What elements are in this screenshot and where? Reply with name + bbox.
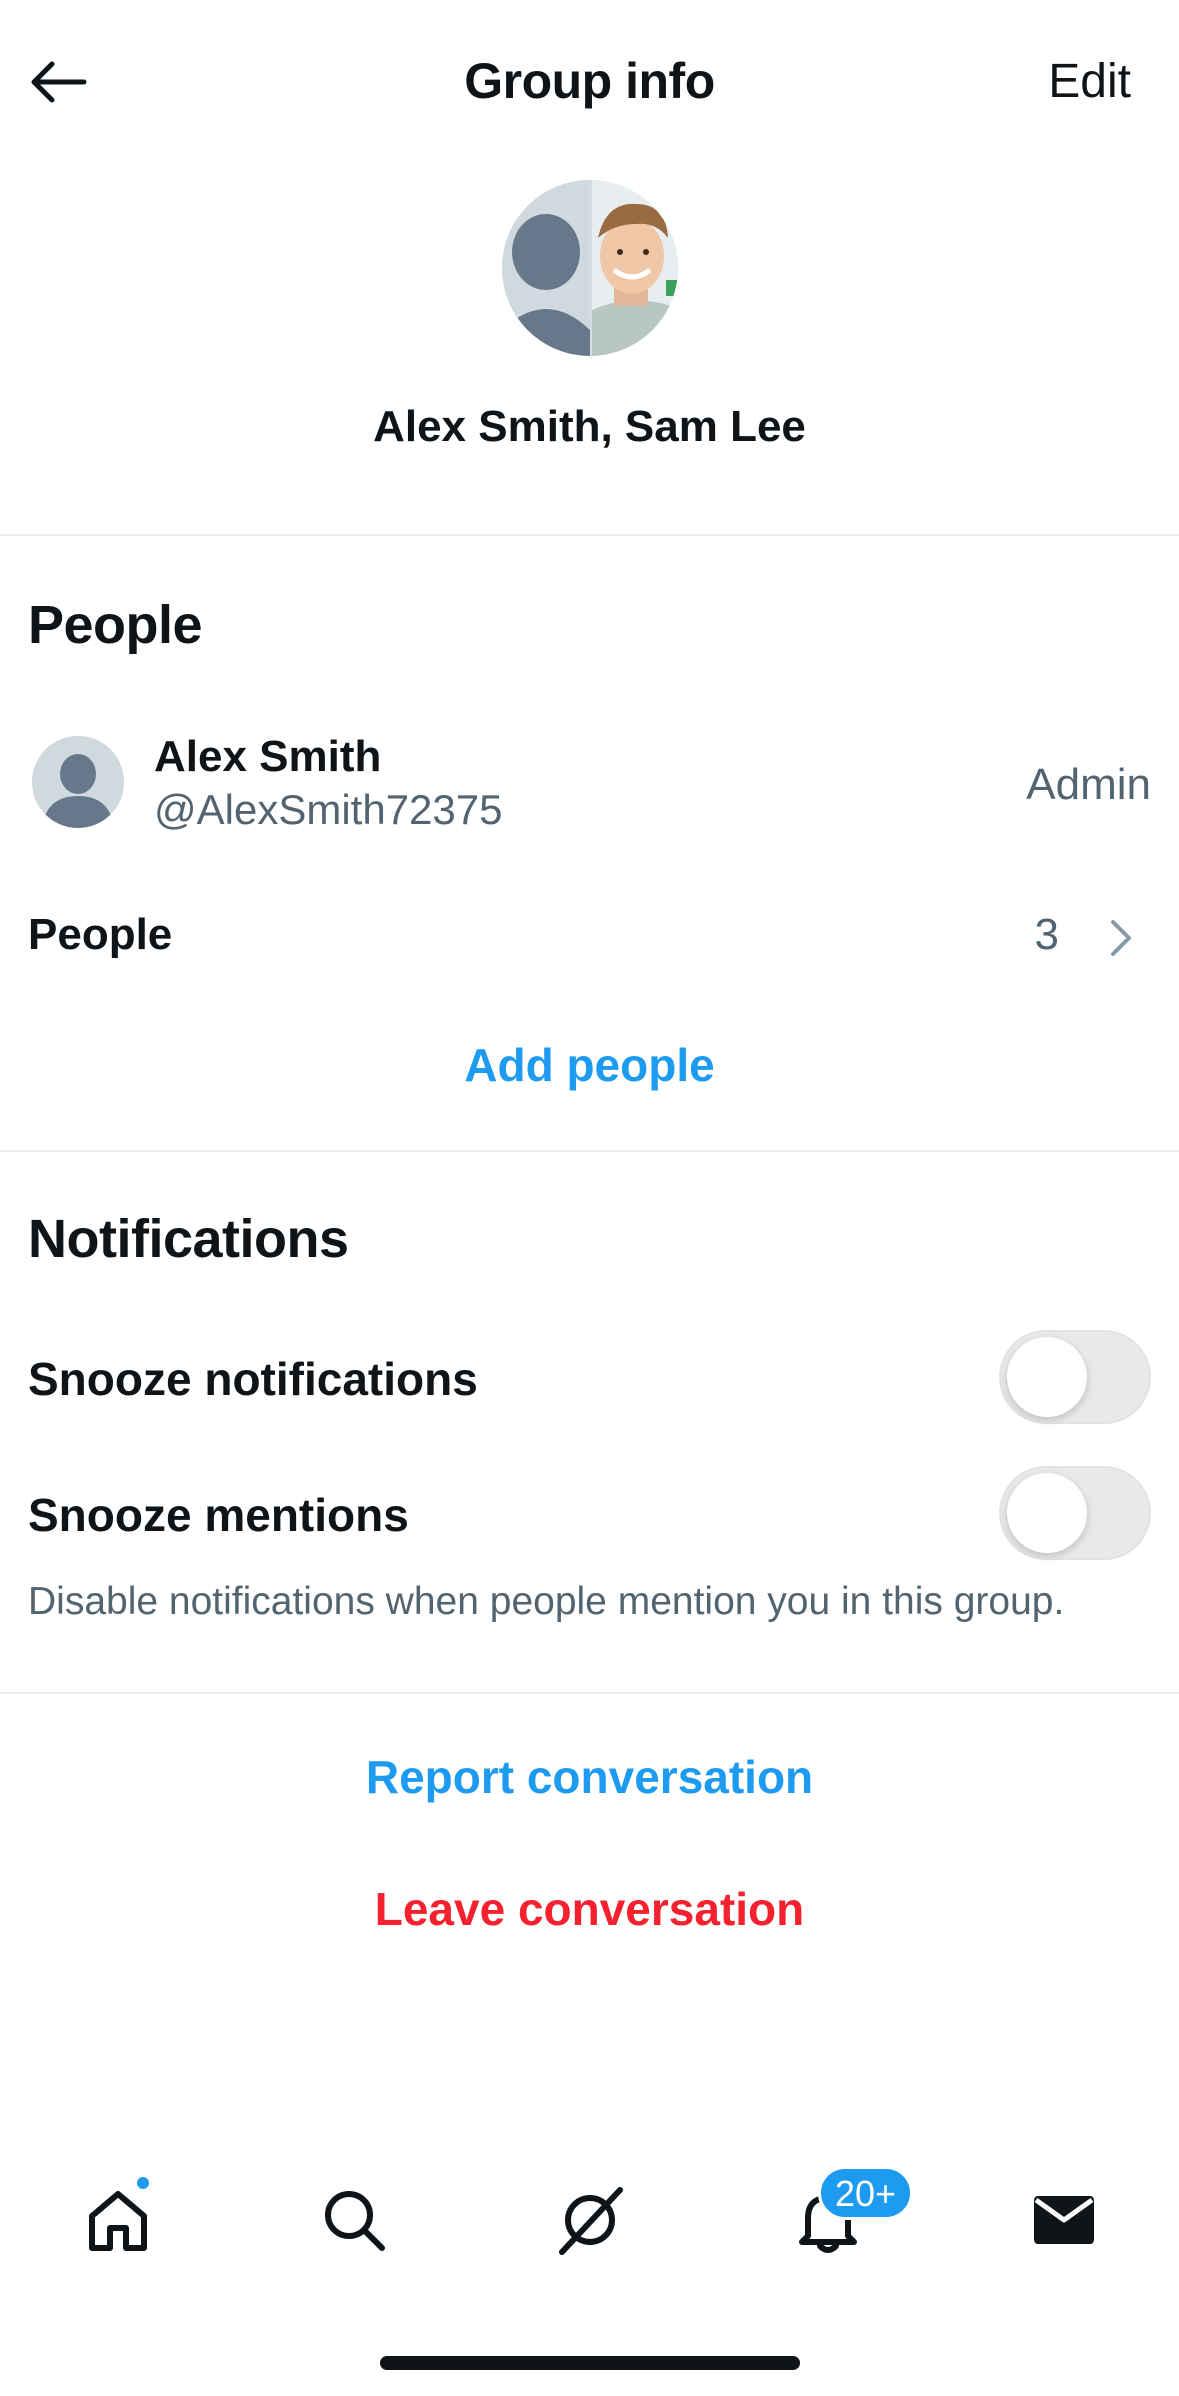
tab-messages[interactable]: [1004, 2160, 1124, 2280]
snooze-mentions-help-text: Disable notifications when people mentio…: [28, 1580, 1065, 1623]
group-avatar: [502, 180, 678, 356]
people-row-label: People: [28, 910, 173, 959]
edit-button[interactable]: Edit: [1048, 54, 1131, 109]
tab-grok[interactable]: [530, 2160, 650, 2280]
home-icon: [89, 2191, 147, 2251]
report-conversation-button[interactable]: Report conversation: [0, 1750, 1179, 1804]
home-indicator[interactable]: [380, 2356, 800, 2370]
default-avatar-half: [502, 180, 590, 356]
chevron-right-icon: [1111, 920, 1131, 956]
member-name: Alex Smith: [154, 732, 382, 781]
page-title: Group info: [464, 53, 715, 109]
group-name: Alex Smith, Sam Lee: [373, 402, 806, 451]
mail-icon: [1034, 2196, 1094, 2244]
search-icon: [325, 2191, 385, 2251]
snooze-mentions-row: Snooze mentions: [0, 1466, 1179, 1566]
snooze-notifications-toggle[interactable]: [999, 1330, 1151, 1424]
user-photo-half: [592, 180, 678, 356]
toggle-knob: [1007, 1337, 1087, 1417]
snooze-mentions-toggle[interactable]: [999, 1466, 1151, 1560]
tab-bar: [0, 2160, 1179, 2280]
group-info-screen: Group info Edit Alex Smith, Sam Lee Peop…: [0, 0, 1179, 2396]
divider: [0, 534, 1179, 536]
leave-conversation-button[interactable]: Leave conversation: [0, 1882, 1179, 1936]
home-unread-dot: [134, 2174, 152, 2192]
toggle-knob: [1007, 1473, 1087, 1553]
notifications-section-title: Notifications: [28, 1209, 349, 1269]
tab-search[interactable]: [294, 2160, 414, 2280]
snooze-notifications-row: Snooze notifications: [0, 1330, 1179, 1430]
member-role-badge: Admin: [1026, 760, 1151, 809]
member-row[interactable]: Alex Smith @AlexSmith72375 Admin: [0, 720, 1179, 840]
avatar: [32, 736, 124, 828]
people-count: 3: [1034, 910, 1059, 959]
divider: [0, 1150, 1179, 1152]
snooze-notifications-label: Snooze notifications: [28, 1353, 478, 1405]
snooze-mentions-label: Snooze mentions: [28, 1489, 409, 1541]
people-row[interactable]: People 3: [0, 900, 1179, 970]
divider: [0, 1692, 1179, 1694]
tab-home[interactable]: [58, 2160, 178, 2280]
add-people-button[interactable]: Add people: [0, 1038, 1179, 1092]
member-handle: @AlexSmith72375: [154, 786, 503, 833]
notifications-count-badge: 20+: [818, 2166, 914, 2220]
people-section-title: People: [28, 595, 203, 655]
header: Group info Edit: [0, 0, 1179, 160]
grok-icon: [559, 2187, 623, 2255]
